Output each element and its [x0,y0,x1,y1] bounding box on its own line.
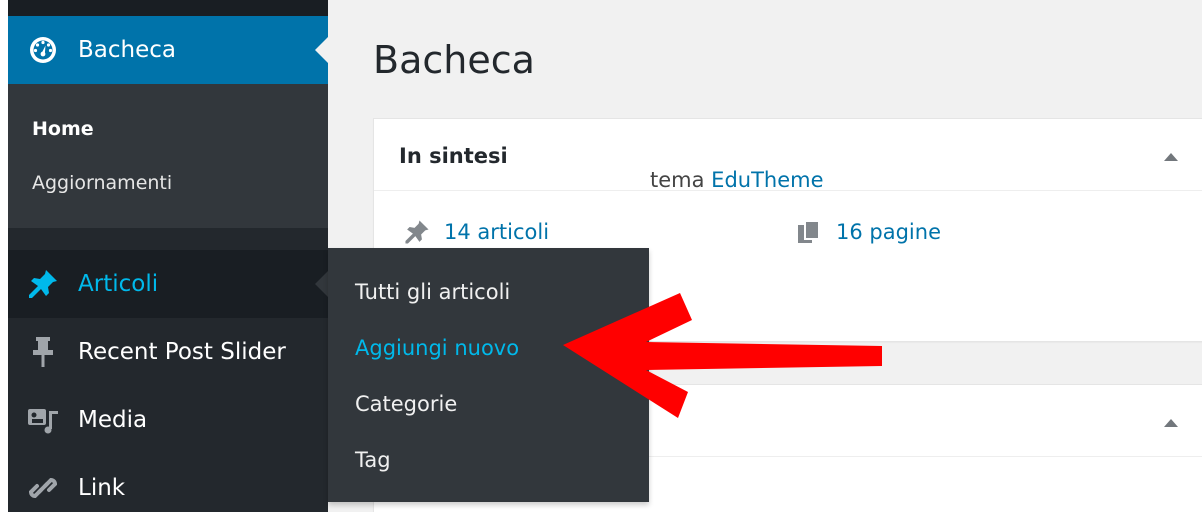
sidebar-item-label: Link [78,475,126,501]
sidebar-left-edge [0,0,8,512]
flyout-notch [315,271,328,297]
pages-icon [794,217,824,247]
wp-admin-dashboard: Bacheca Home Aggiornamenti Articoli Rece… [0,0,1202,512]
thumbtack-icon [402,217,432,247]
pin-icon [26,335,60,369]
active-notch [315,37,328,63]
media-icon [26,403,60,437]
sidebar-item-label: Articoli [78,271,159,297]
flyout-item-tag[interactable]: Tag [355,448,391,472]
flyout-item-add-new[interactable]: Aggiungi nuovo [355,336,519,360]
sidebar-item-label: Recent Post Slider [78,339,286,365]
flyout-item-all-posts[interactable]: Tutti gli articoli [355,280,510,304]
theme-link[interactable]: EduTheme [711,168,823,192]
glance-pages-count[interactable]: 16 pagine [794,217,941,247]
sidebar-item-recent-post-slider[interactable]: Recent Post Slider [8,318,328,386]
theme-prefix: tema [650,168,705,192]
dashboard-gauge-icon [26,33,60,67]
glance-pages-label: 16 pagine [836,220,941,244]
triangle-up-icon[interactable] [1164,153,1178,161]
sidebar-item-dashboard[interactable]: Bacheca [8,16,328,84]
triangle-up-icon[interactable] [1164,419,1178,427]
sidebar-item-label: Media [78,407,148,433]
sidebar-item-link[interactable]: Link [8,454,328,512]
thumbtack-icon [26,267,60,301]
glance-posts-count[interactable]: 14 articoli [402,217,549,247]
sidebar-item-label: Bacheca [78,37,176,63]
sidebar-item-posts[interactable]: Articoli [8,250,328,318]
sidebar-item-media[interactable]: Media [8,386,328,454]
flyout-item-categories[interactable]: Categorie [355,392,457,416]
dashboard-submenu: Home Aggiornamenti [8,84,328,228]
red-arrow-icon [563,293,882,418]
submenu-item-updates[interactable]: Aggiornamenti [32,172,172,194]
widget-title: In sintesi [399,144,508,168]
sidebar-top-strip [8,0,328,16]
glance-posts-label: 14 articoli [444,220,550,244]
glance-theme-line: tema EduTheme [650,168,824,192]
page-title: Bacheca [373,38,535,82]
chain-link-icon [26,471,60,505]
admin-sidebar: Bacheca Home Aggiornamenti Articoli Rece… [0,0,328,512]
submenu-item-home[interactable]: Home [32,118,94,140]
